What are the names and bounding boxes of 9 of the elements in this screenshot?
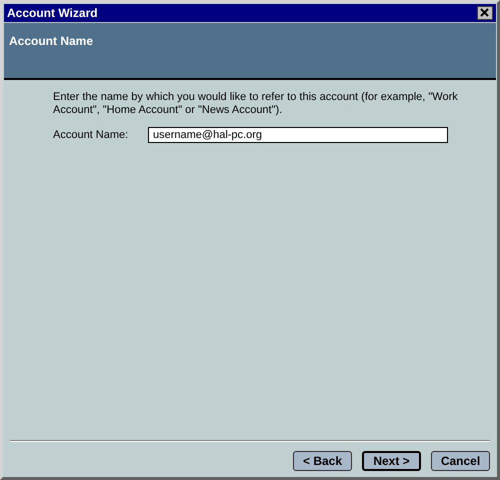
wizard-button[interactable]: < Back [293,451,352,471]
account-name-field[interactable]: username@hal-pc.org [148,127,448,143]
page-heading: Account Name [9,34,94,48]
wizard-button[interactable]: Next > [362,451,421,471]
wizard-button[interactable]: Cancel [431,451,490,471]
close-icon[interactable] [477,6,493,20]
field-label: Account Name: [53,129,130,141]
instruction-text: Enter the name by which you would like to refer to this account (for example, "Work Account", "Home Account" or "News Account"). [53,91,459,117]
window-title: Account Wizard [7,6,98,20]
